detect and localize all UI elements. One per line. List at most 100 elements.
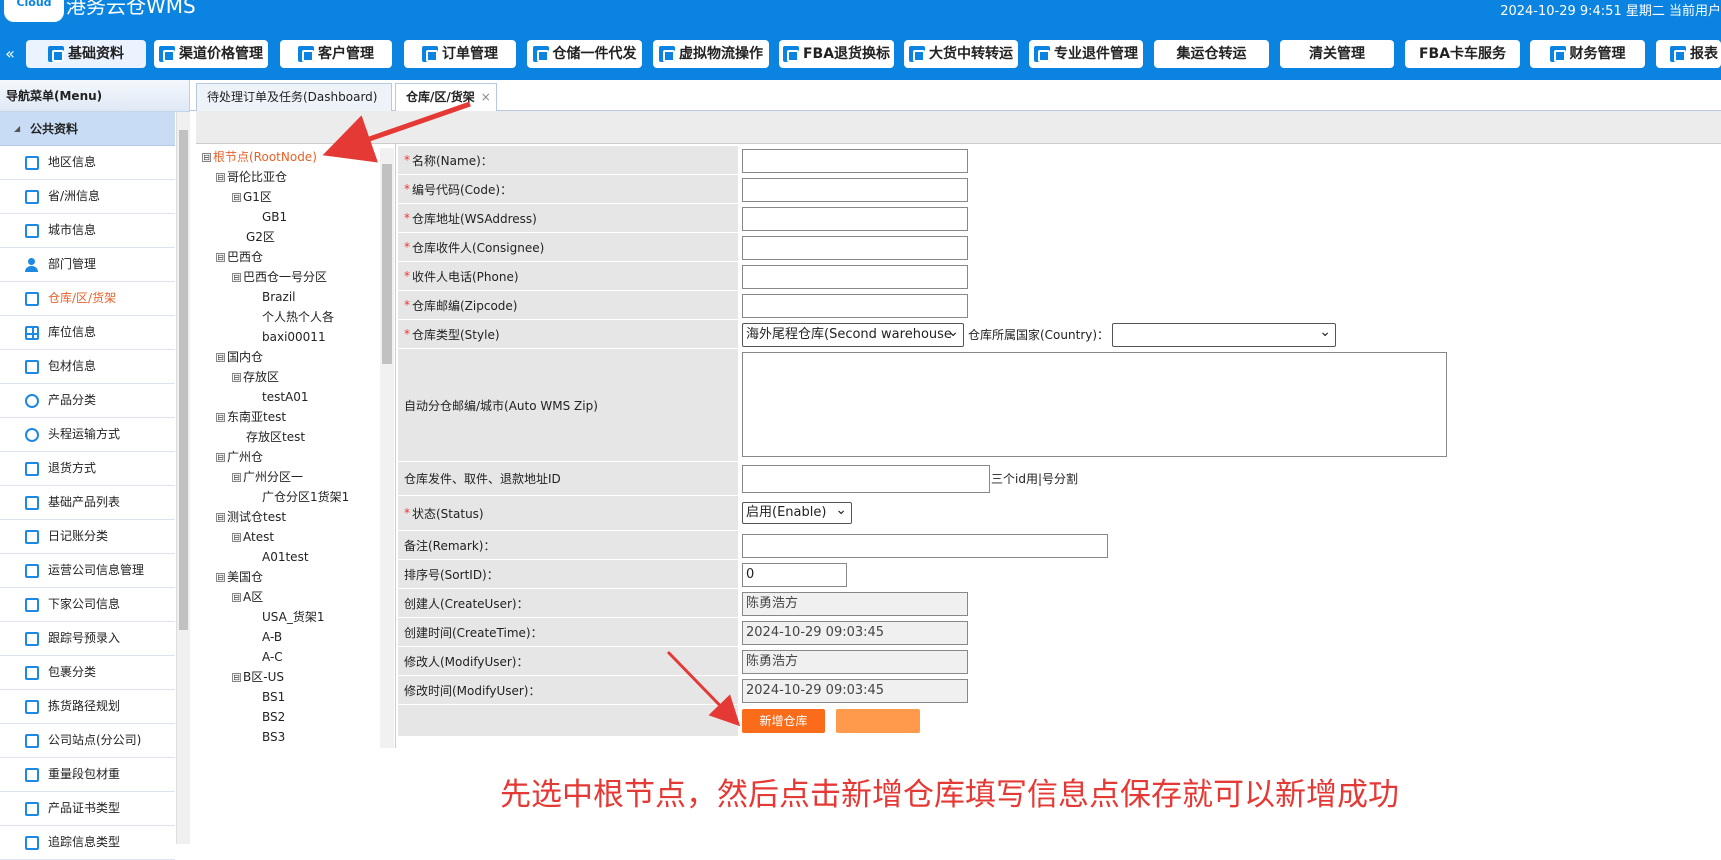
tree-scroll-thumb[interactable]: [382, 164, 392, 364]
menu-certificate-type[interactable]: 产品证书类型: [0, 792, 175, 826]
nav-customs[interactable]: 清关管理: [1280, 40, 1394, 68]
tree-node[interactable]: 存放区test: [246, 428, 305, 446]
menu-journal-category[interactable]: 日记账分类: [0, 520, 175, 554]
tree-node[interactable]: ⊟ Atest: [232, 528, 274, 546]
tree-scrollbar[interactable]: [380, 148, 394, 748]
expand-icon[interactable]: ⊟: [232, 273, 241, 282]
autozip-textarea[interactable]: [742, 352, 1447, 457]
tab-warehouse[interactable]: 仓库/区/货架 ×: [395, 83, 497, 111]
country-select[interactable]: [1112, 323, 1336, 347]
zip-input[interactable]: [742, 294, 968, 318]
expand-icon[interactable]: ⊟: [202, 153, 211, 162]
nav-customer[interactable]: 客户管理: [280, 40, 392, 68]
consignee-input[interactable]: [742, 236, 968, 260]
style-select[interactable]: 海外尾程仓库(Second warehouse: [742, 323, 964, 347]
menu-base-products[interactable]: 基础产品列表: [0, 486, 175, 520]
add-warehouse-button[interactable]: 新增仓库: [742, 709, 825, 733]
nav-consolidation[interactable]: 集运仓转运: [1154, 40, 1269, 68]
menu-parcel-category[interactable]: 包裹分类: [0, 656, 175, 690]
expand-icon[interactable]: ⊟: [232, 593, 241, 602]
tree-node[interactable]: ⊟ 国内仓: [216, 348, 263, 366]
phone-input[interactable]: [742, 265, 968, 289]
tree-node[interactable]: ⊟ G1区: [232, 188, 272, 206]
address-id-input[interactable]: [742, 465, 990, 493]
menu-department[interactable]: 部门管理: [0, 248, 175, 282]
menu-operating-company[interactable]: 运营公司信息管理: [0, 554, 175, 588]
menu-city[interactable]: 城市信息: [0, 214, 175, 248]
tree-node[interactable]: ⊟ 东南亚test: [216, 408, 286, 426]
expand-icon[interactable]: ⊟: [216, 413, 225, 422]
expand-icon[interactable]: ⊟: [216, 513, 225, 522]
expand-icon[interactable]: ⊟: [216, 173, 225, 182]
tree-node[interactable]: G2区: [246, 228, 275, 246]
expand-icon[interactable]: ⊟: [232, 373, 241, 382]
tree-node-root[interactable]: ⊟ 根节点(RootNode): [202, 148, 317, 166]
expand-icon[interactable]: ⊟: [216, 573, 225, 582]
menu-location[interactable]: 库位信息: [0, 316, 175, 350]
menu-downstream-company[interactable]: 下家公司信息: [0, 588, 175, 622]
menu-return-method[interactable]: 退货方式: [0, 452, 175, 486]
close-icon[interactable]: ×: [481, 90, 491, 104]
menu-tracking-prefill[interactable]: 跟踪号预录入: [0, 622, 175, 656]
nav-virtual-logistics[interactable]: 虚拟物流操作: [653, 40, 769, 68]
name-input[interactable]: [742, 149, 968, 173]
collapse-icon[interactable]: «: [0, 40, 20, 68]
menu-region[interactable]: 地区信息: [0, 146, 175, 180]
tab-dashboard[interactable]: 待处理订单及任务(Dashboard): [196, 83, 392, 111]
tree-node[interactable]: Brazil: [262, 288, 296, 306]
tree-node[interactable]: BS2: [262, 708, 285, 726]
sidebar-section-public[interactable]: 公共资料: [0, 112, 175, 146]
menu-packaging[interactable]: 包材信息: [0, 350, 175, 384]
expand-icon[interactable]: ⊟: [232, 673, 241, 682]
menu-pick-path[interactable]: 拣货路径规划: [0, 690, 175, 724]
menu-company-site[interactable]: 公司站点(分公司): [0, 724, 175, 758]
menu-product-category[interactable]: 产品分类: [0, 384, 175, 418]
menu-warehouse[interactable]: 仓库/区/货架: [0, 282, 175, 316]
sort-input[interactable]: 0: [742, 563, 847, 587]
nav-finance[interactable]: 财务管理: [1530, 40, 1645, 68]
tree-node[interactable]: GB1: [262, 208, 287, 226]
tree-node[interactable]: ⊟ 巴西仓: [216, 248, 263, 266]
remark-input[interactable]: [742, 534, 1108, 558]
tree-node[interactable]: ⊟ 哥伦比亚仓: [216, 168, 287, 186]
expand-icon[interactable]: ⊟: [216, 253, 225, 262]
tree-node[interactable]: 个人热个人各: [262, 308, 334, 326]
expand-icon[interactable]: ⊟: [232, 473, 241, 482]
expand-icon[interactable]: ⊟: [216, 353, 225, 362]
nav-warehouse-dropship[interactable]: 仓储一件代发: [527, 40, 642, 68]
status-select[interactable]: 启用(Enable): [742, 502, 852, 524]
sidebar-scroll-thumb[interactable]: [179, 130, 188, 630]
nav-reports[interactable]: 报表: [1656, 40, 1721, 68]
tree-node[interactable]: ⊟ A区: [232, 588, 263, 606]
sidebar-scrollbar[interactable]: [176, 112, 190, 844]
menu-tracking-type[interactable]: 追踪信息类型: [0, 826, 175, 860]
tree-node[interactable]: BS1: [262, 688, 285, 706]
expand-icon[interactable]: ⊟: [232, 533, 241, 542]
nav-orders[interactable]: 订单管理: [404, 40, 516, 68]
tree-node[interactable]: ⊟ 测试仓test: [216, 508, 286, 526]
tree-node[interactable]: ⊟ 广州仓: [216, 448, 263, 466]
menu-province[interactable]: 省/洲信息: [0, 180, 175, 214]
menu-first-leg[interactable]: 头程运输方式: [0, 418, 175, 452]
tree-node[interactable]: baxi00011: [262, 328, 326, 346]
tree-node[interactable]: ⊟ 存放区: [232, 368, 279, 386]
tree-node[interactable]: 广仓分区1货架1: [262, 488, 349, 506]
expand-icon[interactable]: ⊟: [216, 453, 225, 462]
code-input[interactable]: [742, 178, 968, 202]
tree-node[interactable]: A-C: [262, 648, 283, 666]
nav-channel-price[interactable]: 渠道价格管理: [154, 40, 268, 68]
menu-weight-packaging[interactable]: 重量段包材重: [0, 758, 175, 792]
nav-fba-return[interactable]: FBA退货换标: [779, 40, 894, 68]
tree-node[interactable]: testA01: [262, 388, 309, 406]
tree-node[interactable]: ⊟ 巴西仓一号分区: [232, 268, 327, 286]
tree-node[interactable]: A-B: [262, 628, 282, 646]
expand-icon[interactable]: ⊟: [232, 193, 241, 202]
tree-node[interactable]: USA_货架1: [262, 608, 324, 626]
save-button[interactable]: [836, 709, 920, 733]
tree-node[interactable]: A01test: [262, 548, 309, 566]
nav-return-management[interactable]: 专业退件管理: [1029, 40, 1143, 68]
tree-node[interactable]: ⊟ 美国仓: [216, 568, 263, 586]
nav-fba-truck[interactable]: FBA卡车服务: [1405, 40, 1520, 68]
nav-basic-data[interactable]: 基础资料: [26, 40, 146, 68]
nav-bulk-transfer[interactable]: 大货中转转运: [904, 40, 1018, 68]
